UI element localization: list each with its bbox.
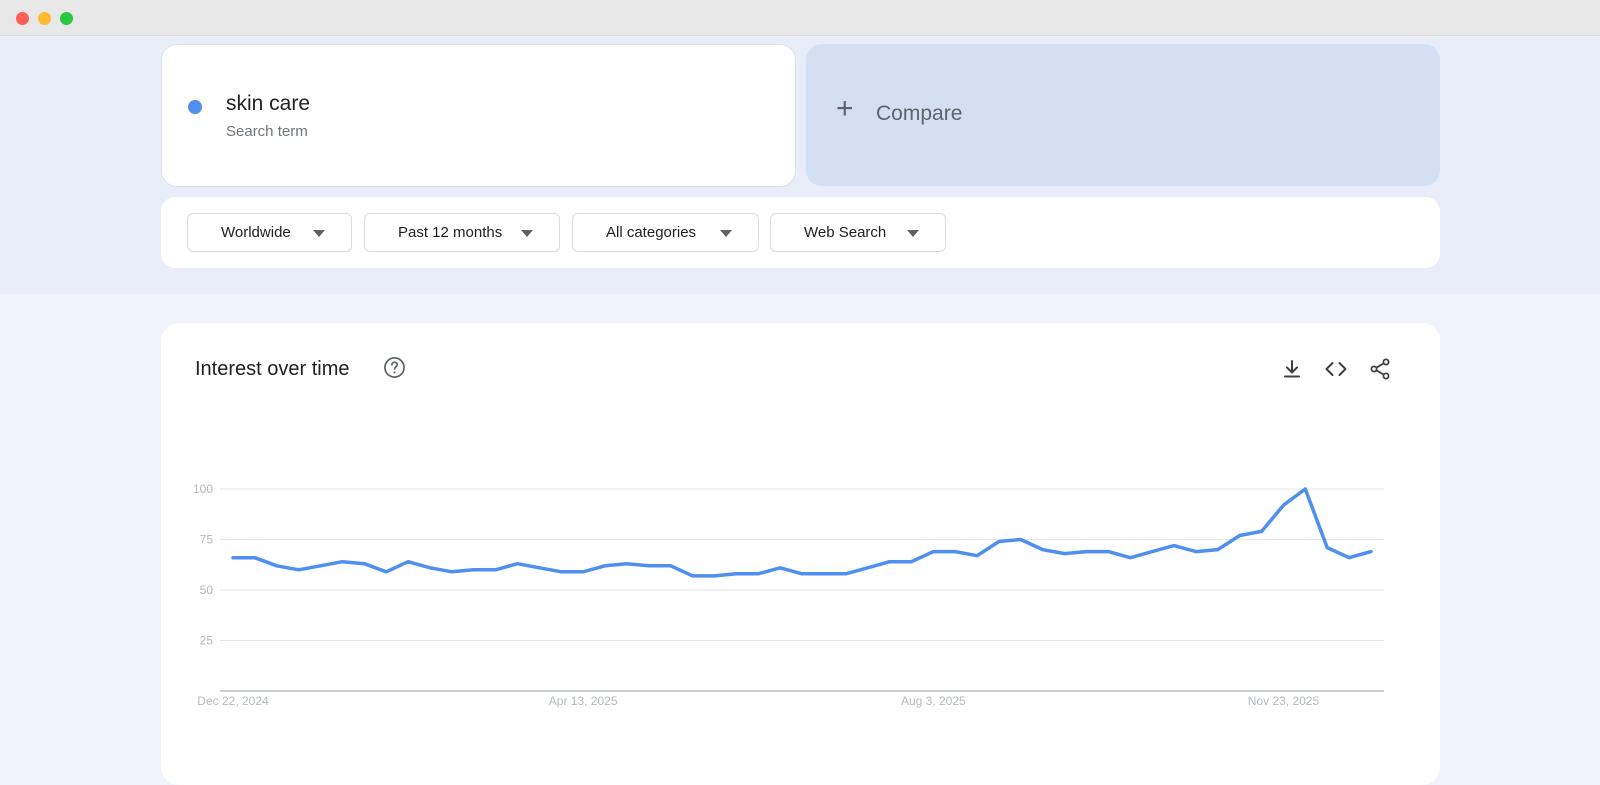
data-point bbox=[604, 564, 607, 567]
close-window-button[interactable] bbox=[16, 12, 29, 25]
data-point bbox=[1216, 548, 1219, 551]
plus-icon: + bbox=[836, 92, 854, 125]
data-point bbox=[450, 570, 453, 573]
data-point bbox=[538, 566, 541, 569]
data-point bbox=[1085, 550, 1088, 553]
search-term-card[interactable]: skin care Search term bbox=[161, 44, 796, 187]
data-point bbox=[691, 574, 694, 577]
data-point bbox=[1326, 546, 1329, 549]
region-filter-label: Worldwide bbox=[221, 224, 291, 241]
data-point bbox=[516, 562, 519, 565]
series-color-dot bbox=[188, 100, 202, 114]
time-range-filter-dropdown[interactable]: Past 12 months bbox=[364, 213, 560, 252]
region-filter-dropdown[interactable]: Worldwide bbox=[187, 213, 352, 252]
caret-down-icon bbox=[313, 230, 325, 237]
data-point bbox=[1063, 552, 1066, 555]
data-point bbox=[1173, 544, 1176, 547]
data-point bbox=[1151, 550, 1154, 553]
y-tick-label: 25 bbox=[200, 634, 214, 648]
data-point bbox=[1370, 550, 1373, 553]
data-point bbox=[253, 556, 256, 559]
data-point bbox=[1107, 550, 1110, 553]
data-point bbox=[1129, 556, 1132, 559]
interest-line-chart: 25 50 75 100 Dec 22, 2024 Apr 13, 2025 Aug 3, … bbox=[193, 482, 1384, 708]
category-filter-dropdown[interactable]: All categories bbox=[572, 213, 759, 252]
data-point bbox=[647, 564, 650, 567]
data-point bbox=[385, 570, 388, 573]
data-point bbox=[713, 574, 716, 577]
data-point bbox=[910, 560, 913, 563]
data-point bbox=[407, 560, 410, 563]
data-point bbox=[669, 564, 672, 567]
data-point bbox=[1304, 488, 1307, 491]
filter-bar: Worldwide Past 12 months All categories … bbox=[161, 197, 1440, 268]
data-point bbox=[1019, 538, 1022, 541]
maximize-window-button[interactable] bbox=[60, 12, 73, 25]
data-point bbox=[735, 572, 738, 575]
data-point bbox=[472, 568, 475, 571]
data-point bbox=[866, 566, 869, 569]
data-point bbox=[297, 568, 300, 571]
y-tick-label: 100 bbox=[193, 482, 213, 496]
data-point bbox=[625, 562, 628, 565]
caret-down-icon bbox=[720, 230, 732, 237]
data-point bbox=[1238, 534, 1241, 537]
data-point bbox=[954, 550, 957, 553]
x-tick-label: Dec 22, 2024 bbox=[197, 694, 269, 708]
caret-down-icon bbox=[521, 230, 533, 237]
data-point bbox=[757, 572, 760, 575]
data-point bbox=[1260, 530, 1263, 533]
data-point bbox=[888, 560, 891, 563]
data-point bbox=[779, 566, 782, 569]
data-point bbox=[822, 572, 825, 575]
x-tick-label: Nov 23, 2025 bbox=[1248, 694, 1320, 708]
caret-down-icon bbox=[907, 230, 919, 237]
data-point bbox=[319, 564, 322, 567]
data-point bbox=[801, 572, 804, 575]
data-point bbox=[932, 550, 935, 553]
data-point bbox=[232, 556, 235, 559]
search-type-filter-dropdown[interactable]: Web Search bbox=[770, 213, 946, 252]
minimize-window-button[interactable] bbox=[38, 12, 51, 25]
data-point bbox=[1282, 504, 1285, 507]
y-tick-label: 50 bbox=[200, 583, 214, 597]
search-term-label[interactable]: skin care bbox=[226, 92, 310, 116]
series-line-skin-care bbox=[231, 487, 1373, 578]
interest-over-time-panel: Interest over time 25 50 75 100 Dec 22, 2024… bbox=[161, 323, 1440, 785]
data-point bbox=[844, 572, 847, 575]
data-point bbox=[560, 570, 563, 573]
category-filter-label: All categories bbox=[606, 224, 697, 241]
data-point bbox=[341, 560, 344, 563]
data-point bbox=[582, 570, 585, 573]
search-type-filter-label: Web Search bbox=[804, 224, 887, 241]
data-point bbox=[494, 568, 497, 571]
data-point bbox=[997, 540, 1000, 543]
data-point bbox=[1348, 556, 1351, 559]
compare-button[interactable]: + Compare bbox=[806, 44, 1440, 186]
window-titlebar bbox=[0, 0, 1600, 36]
data-point bbox=[275, 564, 278, 567]
search-term-type: Search term bbox=[226, 123, 308, 140]
data-point bbox=[1194, 550, 1197, 553]
data-point bbox=[428, 566, 431, 569]
x-tick-label: Aug 3, 2025 bbox=[901, 694, 966, 708]
data-point bbox=[363, 562, 366, 565]
data-point bbox=[1041, 548, 1044, 551]
data-point bbox=[976, 554, 979, 557]
compare-label: Compare bbox=[876, 102, 963, 125]
x-tick-label: Apr 13, 2025 bbox=[549, 694, 618, 708]
y-tick-label: 75 bbox=[200, 533, 214, 547]
time-range-filter-label: Past 12 months bbox=[398, 224, 503, 241]
